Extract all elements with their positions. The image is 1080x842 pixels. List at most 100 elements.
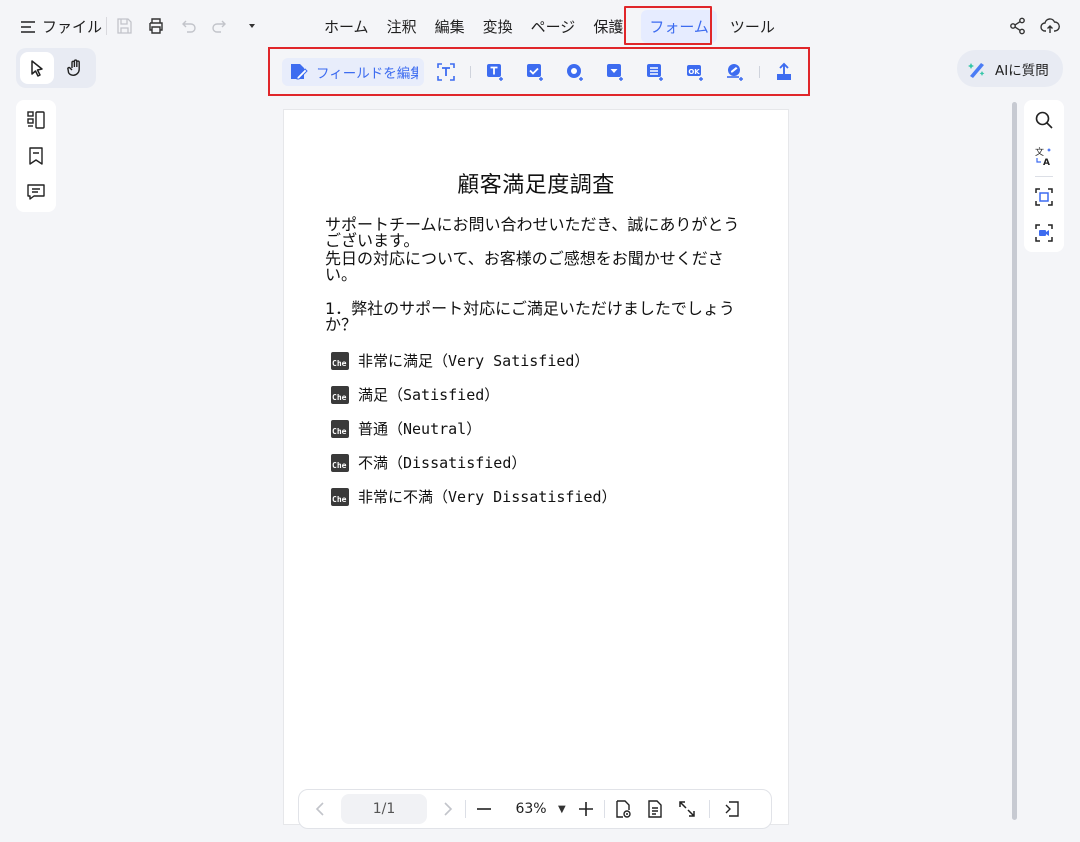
share-button[interactable] (1007, 15, 1029, 37)
toolbar-separator (759, 65, 760, 78)
option-checkbox[interactable]: Che (331, 351, 349, 370)
right-side-panel: 文A (1024, 100, 1064, 252)
pointer-tool-group (16, 48, 96, 88)
option-checkbox[interactable]: Che (331, 487, 349, 506)
document-page: 顧客満足度調査 サポートチームにお問い合わせいただき、誠にありがとうございます。… (283, 109, 789, 825)
save-icon (117, 18, 132, 34)
checkbox-field-button[interactable] (523, 60, 547, 84)
chevron-right-icon (444, 802, 453, 816)
edit-form-icon (291, 63, 308, 79)
file-menu-label: ファイル (42, 18, 103, 36)
cursor-arrow-icon (31, 60, 43, 77)
hand-icon (67, 59, 80, 76)
read-mode-button[interactable] (609, 795, 637, 823)
dropdown-field-button[interactable] (603, 60, 627, 84)
tab-protect[interactable]: 保護 (585, 10, 631, 43)
export-icon (777, 62, 791, 80)
option-checkbox[interactable]: Che (331, 385, 349, 404)
caret-down-icon (249, 24, 255, 28)
comments-button[interactable] (24, 180, 48, 204)
save-button[interactable] (113, 15, 135, 37)
zoom-out-button[interactable] (470, 795, 498, 823)
translate-button[interactable]: 文A (1032, 144, 1056, 168)
bar-separator (603, 800, 605, 818)
next-page-button[interactable] (433, 795, 461, 823)
tab-form[interactable]: フォーム (641, 9, 717, 43)
survey-question-1: 1．弊社のサポート対応にご満足いただけましたでしょうか？ (325, 299, 735, 334)
tab-convert[interactable]: 変換 (475, 10, 521, 43)
thumbnails-button[interactable] (24, 108, 48, 132)
panel-separator (1035, 176, 1053, 177)
bookmarks-button[interactable] (24, 144, 48, 168)
edit-field-button[interactable]: フィールドを編集 (282, 57, 424, 86)
export-form-button[interactable] (772, 60, 796, 84)
undo-icon (182, 20, 196, 33)
tab-home[interactable]: ホーム (316, 10, 377, 43)
screen-record-icon (1035, 224, 1053, 242)
toolbar-separator (470, 65, 471, 78)
document-title: 顧客満足度調査 (457, 173, 615, 198)
top-menu-bar: ファイル ホーム 注釈 編集 変換 ページ 保護 フォーム ツール (0, 0, 1080, 52)
quick-access-dropdown[interactable] (241, 15, 263, 37)
ask-ai-label: AIに質問 (995, 62, 1049, 79)
screen-record-button[interactable] (1032, 221, 1056, 245)
undo-button[interactable] (177, 15, 199, 37)
radio-button-field-button[interactable] (563, 60, 587, 84)
list-box-field-button[interactable] (643, 60, 667, 84)
page-layout-button[interactable] (641, 795, 669, 823)
zoom-in-button[interactable] (572, 795, 600, 823)
list-box-icon (647, 63, 663, 81)
tab-tools[interactable]: ツール (722, 10, 783, 43)
option-label: 不満（Dissatisfied） (358, 454, 527, 472)
page-view-icon (616, 800, 631, 818)
signature-field-button[interactable] (723, 60, 747, 84)
push-button-icon: OK (687, 64, 703, 81)
fit-page-button[interactable] (673, 795, 701, 823)
option-checkbox[interactable]: Che (331, 453, 349, 472)
select-tool-button[interactable] (20, 52, 54, 84)
feedback-request-paragraph: 先日の対応について、お客様のご感想をお聞かせください。 (325, 249, 724, 284)
chevron-left-icon (315, 802, 324, 816)
search-button[interactable] (1032, 108, 1056, 132)
tab-edit[interactable]: 編集 (427, 10, 473, 43)
print-icon (149, 18, 163, 34)
survey-option: Che 満足（Satisfied） (331, 384, 499, 405)
cloud-upload-icon (1040, 18, 1060, 33)
option-checkbox[interactable]: Che (331, 419, 349, 438)
cloud-upload-button[interactable] (1039, 15, 1061, 37)
text-recognition-button[interactable] (434, 60, 458, 84)
tab-page[interactable]: ページ (523, 10, 584, 43)
hamburger-menu-icon (21, 20, 35, 33)
survey-option: Che 普通（Neutral） (331, 418, 481, 439)
checkbox-field-icon (527, 63, 543, 81)
zoom-level[interactable]: 63% (506, 801, 556, 817)
vertical-scrollbar[interactable] (1012, 102, 1017, 820)
hand-tool-button[interactable] (58, 52, 92, 84)
push-button-field-button[interactable]: OK (683, 60, 707, 84)
collapse-right-icon (725, 801, 739, 817)
share-icon (1010, 17, 1025, 35)
file-menu-button[interactable]: ファイル (20, 16, 102, 37)
svg-text:A: A (1043, 158, 1050, 166)
translate-icon: 文A (1035, 146, 1051, 166)
collapse-panel-button[interactable] (718, 795, 746, 823)
comment-icon (27, 184, 45, 200)
survey-option: Che 非常に満足（Very Satisfied） (331, 350, 589, 371)
signature-field-icon (727, 63, 743, 81)
bookmark-icon (29, 147, 43, 165)
zoom-dropdown-icon[interactable]: ▼ (558, 804, 566, 815)
redo-button[interactable] (209, 15, 231, 37)
crop-screenshot-button[interactable] (1032, 185, 1056, 209)
print-button[interactable] (145, 15, 167, 37)
divider (106, 17, 107, 35)
text-field-button[interactable] (483, 60, 507, 84)
ask-ai-button[interactable]: AIに質問 (957, 50, 1063, 87)
page-number-input[interactable]: 1/1 (341, 794, 427, 824)
bar-separator (708, 800, 710, 818)
intro-paragraph: サポートチームにお問い合わせいただき、誠にありがとうございます。 (325, 215, 740, 250)
main-menu-tabs: ホーム 注釈 編集 変換 ページ 保護 フォーム ツール (315, 8, 784, 44)
option-label: 非常に満足（Very Satisfied） (358, 352, 590, 370)
previous-page-button[interactable] (307, 795, 335, 823)
tab-annotate[interactable]: 注釈 (379, 10, 425, 43)
form-toolbar: フィールドを編集 OK (268, 47, 810, 96)
